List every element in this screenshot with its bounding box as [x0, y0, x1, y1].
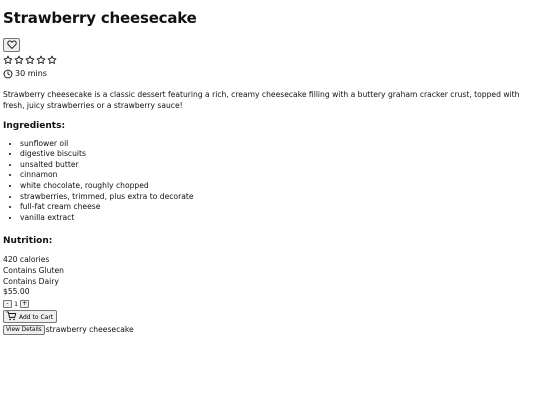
favorite-button[interactable] [3, 37, 20, 52]
star-outline-icon[interactable] [36, 55, 46, 65]
nutrition-heading: Nutrition: [3, 235, 53, 246]
quantity-stepper: - 1 + [3, 299, 537, 309]
quantity-value: 1 [14, 299, 19, 308]
clock-icon [3, 69, 13, 79]
nutrition-gluten: Contains Gluten [3, 265, 64, 275]
recipe-title: Strawberry cheesecake [3, 9, 197, 27]
ingredients-heading: Ingredients: [3, 120, 66, 131]
add-to-cart-button[interactable]: Add to Cart [3, 309, 58, 323]
list-item: strawberries, trimmed, plus extra to dec… [20, 192, 537, 203]
list-item: full-fat cream cheese [20, 202, 537, 213]
footer-row: View Details strawberry cheesecake [3, 325, 537, 336]
list-item: sunflower oil [20, 139, 537, 150]
ingredients-list: sunflower oil digestive biscuits unsalte… [3, 139, 537, 224]
heart-outline-icon [6, 40, 17, 49]
star-outline-icon[interactable] [3, 55, 13, 65]
decrement-button[interactable]: - [3, 299, 12, 308]
list-item: cinnamon [20, 170, 537, 181]
cook-time: 30 mins [3, 69, 537, 79]
nutrition-info: 420 calories Contains Gluten Contains Da… [3, 255, 537, 298]
rating-stars [3, 55, 537, 66]
star-outline-icon[interactable] [47, 55, 57, 65]
list-item: digestive biscuits [20, 149, 537, 160]
recipe-page: Strawberry cheesecake 30 mins Strawberry… [0, 9, 540, 336]
view-details-button[interactable]: View Details [3, 325, 45, 336]
recipe-description: Strawberry cheesecake is a classic desse… [3, 89, 520, 110]
nutrition-calories: 420 calories [3, 255, 50, 265]
cart-icon [6, 311, 17, 321]
add-to-cart-label: Add to Cart [19, 313, 54, 321]
list-item: white chocolate, roughly chopped [20, 181, 537, 192]
list-item: vanilla extract [20, 213, 537, 224]
price: $55.00 [3, 287, 30, 297]
nutrition-dairy: Contains Dairy [3, 276, 59, 286]
item-title: strawberry cheesecake [45, 325, 134, 335]
star-outline-icon[interactable] [14, 55, 24, 65]
increment-button[interactable]: + [20, 299, 30, 308]
star-outline-icon[interactable] [25, 55, 35, 65]
list-item: unsalted butter [20, 160, 537, 171]
cook-time-label: 30 mins [15, 68, 47, 78]
